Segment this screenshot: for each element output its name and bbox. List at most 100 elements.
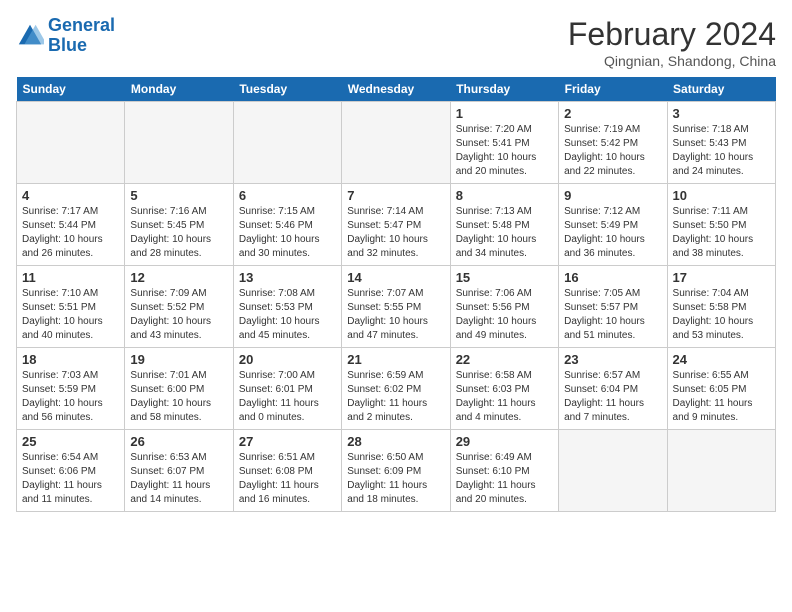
day-number: 4 bbox=[22, 188, 119, 203]
day-info: Sunrise: 7:13 AM Sunset: 5:48 PM Dayligh… bbox=[456, 205, 553, 261]
calendar-cell: 21 Sunrise: 6:59 AM Sunset: 6:02 PM Dayli… bbox=[342, 348, 450, 430]
day-number: 14 bbox=[347, 270, 444, 285]
calendar-cell bbox=[342, 102, 450, 184]
day-info: Sunrise: 7:19 AM Sunset: 5:42 PM Dayligh… bbox=[564, 123, 661, 179]
day-info: Sunrise: 7:04 AM Sunset: 5:58 PM Dayligh… bbox=[673, 287, 770, 343]
day-info: Sunrise: 7:15 AM Sunset: 5:46 PM Dayligh… bbox=[239, 205, 336, 261]
calendar-cell: 16 Sunrise: 7:05 AM Sunset: 5:57 PM Dayli… bbox=[559, 266, 667, 348]
day-info: Sunrise: 7:18 AM Sunset: 5:43 PM Dayligh… bbox=[673, 123, 770, 179]
calendar-cell: 27 Sunrise: 6:51 AM Sunset: 6:08 PM Dayli… bbox=[233, 430, 341, 512]
day-header-wednesday: Wednesday bbox=[342, 77, 450, 102]
location: Qingnian, Shandong, China bbox=[568, 53, 776, 69]
day-info: Sunrise: 6:55 AM Sunset: 6:05 PM Dayligh… bbox=[673, 369, 770, 425]
day-info: Sunrise: 6:49 AM Sunset: 6:10 PM Dayligh… bbox=[456, 451, 553, 507]
week-row-2: 4 Sunrise: 7:17 AM Sunset: 5:44 PM Daylig… bbox=[17, 184, 776, 266]
week-row-1: 1Sunrise: 7:20 AM Sunset: 5:41 PM Daylig… bbox=[17, 102, 776, 184]
day-info: Sunrise: 7:12 AM Sunset: 5:49 PM Dayligh… bbox=[564, 205, 661, 261]
day-number: 23 bbox=[564, 352, 661, 367]
calendar-cell: 9 Sunrise: 7:12 AM Sunset: 5:49 PM Daylig… bbox=[559, 184, 667, 266]
day-number: 21 bbox=[347, 352, 444, 367]
calendar-cell bbox=[667, 430, 775, 512]
day-number: 2 bbox=[564, 106, 661, 121]
calendar-cell: 29 Sunrise: 6:49 AM Sunset: 6:10 PM Dayli… bbox=[450, 430, 558, 512]
logo-text: General Blue bbox=[48, 16, 115, 56]
day-header-saturday: Saturday bbox=[667, 77, 775, 102]
day-number: 11 bbox=[22, 270, 119, 285]
day-info: Sunrise: 6:59 AM Sunset: 6:02 PM Dayligh… bbox=[347, 369, 444, 425]
day-number: 28 bbox=[347, 434, 444, 449]
title-area: February 2024 Qingnian, Shandong, China bbox=[568, 16, 776, 69]
day-info: Sunrise: 6:58 AM Sunset: 6:03 PM Dayligh… bbox=[456, 369, 553, 425]
day-number: 17 bbox=[673, 270, 770, 285]
day-number: 22 bbox=[456, 352, 553, 367]
day-info: Sunrise: 7:17 AM Sunset: 5:44 PM Dayligh… bbox=[22, 205, 119, 261]
day-info: Sunrise: 6:53 AM Sunset: 6:07 PM Dayligh… bbox=[130, 451, 227, 507]
day-info: Sunrise: 7:00 AM Sunset: 6:01 PM Dayligh… bbox=[239, 369, 336, 425]
day-info: Sunrise: 7:03 AM Sunset: 5:59 PM Dayligh… bbox=[22, 369, 119, 425]
day-number: 19 bbox=[130, 352, 227, 367]
day-header-sunday: Sunday bbox=[17, 77, 125, 102]
calendar-cell bbox=[559, 430, 667, 512]
calendar-cell: 11Sunrise: 7:10 AM Sunset: 5:51 PM Dayli… bbox=[17, 266, 125, 348]
day-info: Sunrise: 7:09 AM Sunset: 5:52 PM Dayligh… bbox=[130, 287, 227, 343]
day-number: 27 bbox=[239, 434, 336, 449]
day-info: Sunrise: 7:14 AM Sunset: 5:47 PM Dayligh… bbox=[347, 205, 444, 261]
logo-icon bbox=[16, 22, 44, 50]
calendar-cell bbox=[17, 102, 125, 184]
day-info: Sunrise: 7:16 AM Sunset: 5:45 PM Dayligh… bbox=[130, 205, 227, 261]
day-info: Sunrise: 7:06 AM Sunset: 5:56 PM Dayligh… bbox=[456, 287, 553, 343]
day-header-friday: Friday bbox=[559, 77, 667, 102]
calendar-cell: 1Sunrise: 7:20 AM Sunset: 5:41 PM Daylig… bbox=[450, 102, 558, 184]
day-info: Sunrise: 7:20 AM Sunset: 5:41 PM Dayligh… bbox=[456, 123, 553, 179]
calendar-cell: 19 Sunrise: 7:01 AM Sunset: 6:00 PM Dayli… bbox=[125, 348, 233, 430]
calendar-cell: 7Sunrise: 7:14 AM Sunset: 5:47 PM Daylig… bbox=[342, 184, 450, 266]
day-info: Sunrise: 6:57 AM Sunset: 6:04 PM Dayligh… bbox=[564, 369, 661, 425]
calendar-cell: 10 Sunrise: 7:11 AM Sunset: 5:50 PM Dayli… bbox=[667, 184, 775, 266]
calendar-cell: 2 Sunrise: 7:19 AM Sunset: 5:42 PM Daylig… bbox=[559, 102, 667, 184]
day-header-thursday: Thursday bbox=[450, 77, 558, 102]
day-info: Sunrise: 7:05 AM Sunset: 5:57 PM Dayligh… bbox=[564, 287, 661, 343]
day-info: Sunrise: 6:51 AM Sunset: 6:08 PM Dayligh… bbox=[239, 451, 336, 507]
day-info: Sunrise: 7:08 AM Sunset: 5:53 PM Dayligh… bbox=[239, 287, 336, 343]
calendar-cell: 6 Sunrise: 7:15 AM Sunset: 5:46 PM Daylig… bbox=[233, 184, 341, 266]
day-info: Sunrise: 6:54 AM Sunset: 6:06 PM Dayligh… bbox=[22, 451, 119, 507]
calendar-cell bbox=[125, 102, 233, 184]
day-number: 10 bbox=[673, 188, 770, 203]
header-row: SundayMondayTuesdayWednesdayThursdayFrid… bbox=[17, 77, 776, 102]
day-number: 26 bbox=[130, 434, 227, 449]
calendar-cell: 28 Sunrise: 6:50 AM Sunset: 6:09 PM Dayli… bbox=[342, 430, 450, 512]
calendar-cell: 20 Sunrise: 7:00 AM Sunset: 6:01 PM Dayli… bbox=[233, 348, 341, 430]
day-number: 5 bbox=[130, 188, 227, 203]
week-row-5: 25 Sunrise: 6:54 AM Sunset: 6:06 PM Dayli… bbox=[17, 430, 776, 512]
calendar-cell: 13Sunrise: 7:08 AM Sunset: 5:53 PM Dayli… bbox=[233, 266, 341, 348]
day-number: 29 bbox=[456, 434, 553, 449]
calendar-cell: 5 Sunrise: 7:16 AM Sunset: 5:45 PM Daylig… bbox=[125, 184, 233, 266]
calendar-cell: 22 Sunrise: 6:58 AM Sunset: 6:03 PM Dayli… bbox=[450, 348, 558, 430]
calendar-cell: 26 Sunrise: 6:53 AM Sunset: 6:07 PM Dayli… bbox=[125, 430, 233, 512]
logo: General Blue bbox=[16, 16, 115, 56]
calendar-cell bbox=[233, 102, 341, 184]
calendar-cell: 4 Sunrise: 7:17 AM Sunset: 5:44 PM Daylig… bbox=[17, 184, 125, 266]
calendar-cell: 8Sunrise: 7:13 AM Sunset: 5:48 PM Daylig… bbox=[450, 184, 558, 266]
day-number: 16 bbox=[564, 270, 661, 285]
calendar-cell: 24Sunrise: 6:55 AM Sunset: 6:05 PM Dayli… bbox=[667, 348, 775, 430]
calendar-cell: 3 Sunrise: 7:18 AM Sunset: 5:43 PM Daylig… bbox=[667, 102, 775, 184]
week-row-4: 18 Sunrise: 7:03 AM Sunset: 5:59 PM Dayli… bbox=[17, 348, 776, 430]
calendar-cell: 25 Sunrise: 6:54 AM Sunset: 6:06 PM Dayli… bbox=[17, 430, 125, 512]
week-row-3: 11Sunrise: 7:10 AM Sunset: 5:51 PM Dayli… bbox=[17, 266, 776, 348]
month-title: February 2024 bbox=[568, 16, 776, 53]
day-number: 20 bbox=[239, 352, 336, 367]
day-number: 25 bbox=[22, 434, 119, 449]
day-header-tuesday: Tuesday bbox=[233, 77, 341, 102]
day-number: 3 bbox=[673, 106, 770, 121]
day-number: 9 bbox=[564, 188, 661, 203]
day-number: 18 bbox=[22, 352, 119, 367]
day-number: 12 bbox=[130, 270, 227, 285]
calendar-cell: 17 Sunrise: 7:04 AM Sunset: 5:58 PM Dayli… bbox=[667, 266, 775, 348]
calendar-cell: 12 Sunrise: 7:09 AM Sunset: 5:52 PM Dayli… bbox=[125, 266, 233, 348]
day-info: Sunrise: 7:11 AM Sunset: 5:50 PM Dayligh… bbox=[673, 205, 770, 261]
day-info: Sunrise: 6:50 AM Sunset: 6:09 PM Dayligh… bbox=[347, 451, 444, 507]
page-header: General Blue February 2024 Qingnian, Sha… bbox=[16, 16, 776, 69]
day-info: Sunrise: 7:01 AM Sunset: 6:00 PM Dayligh… bbox=[130, 369, 227, 425]
day-number: 6 bbox=[239, 188, 336, 203]
